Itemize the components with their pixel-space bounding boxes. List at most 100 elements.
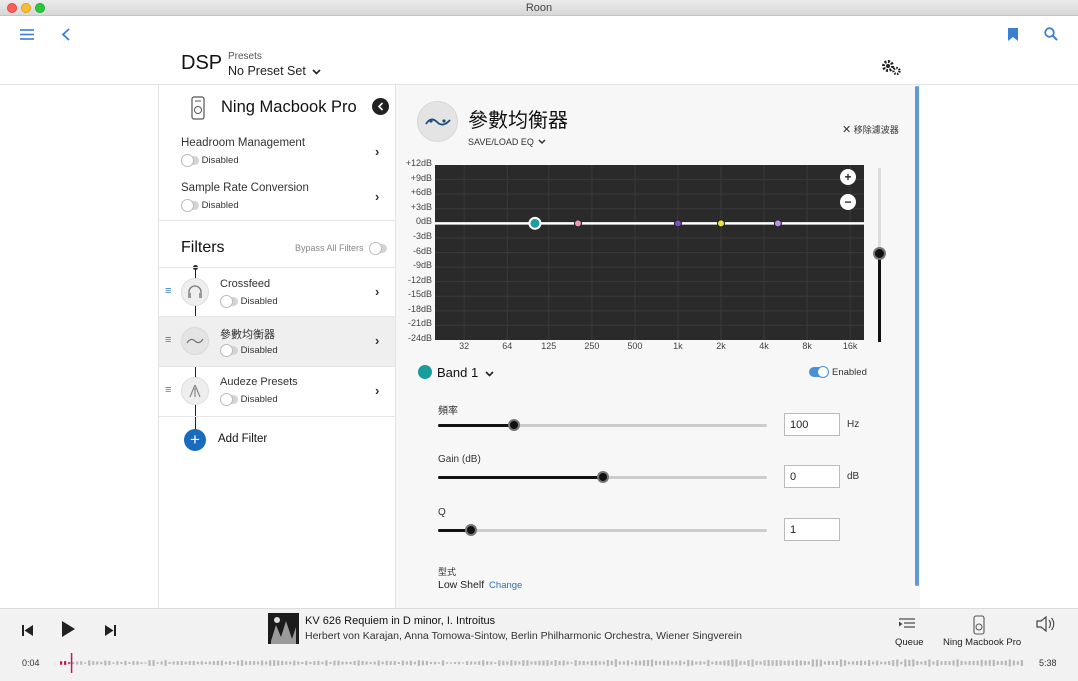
track-title[interactable]: KV 626 Requiem in D minor, I. Introitus bbox=[305, 615, 495, 627]
waveform-seekbar[interactable] bbox=[60, 653, 1026, 673]
waveform-bar bbox=[763, 660, 766, 666]
change-type-link[interactable]: Change bbox=[489, 580, 522, 591]
waveform-bar bbox=[920, 661, 923, 665]
waveform-bar bbox=[811, 659, 814, 667]
settings-gears-icon[interactable] bbox=[880, 57, 902, 77]
drag-handle-icon[interactable]: ≡ bbox=[165, 334, 171, 346]
setting-headroom-management[interactable]: Headroom Management Disabled › bbox=[159, 131, 395, 175]
waveform-bar bbox=[409, 660, 412, 666]
bookmark-icon[interactable] bbox=[1005, 25, 1021, 43]
filter-name: Audeze Presets bbox=[220, 376, 298, 388]
waveform-bar bbox=[658, 661, 662, 665]
chevron-down-icon bbox=[485, 371, 494, 377]
hamburger-menu-icon[interactable] bbox=[18, 26, 36, 42]
add-filter-button[interactable]: Add Filter bbox=[218, 433, 267, 445]
filter-item[interactable]: ≡ Crossfeed Disabled › bbox=[159, 267, 395, 317]
q-input[interactable]: 1 bbox=[784, 518, 840, 541]
drag-handle-icon[interactable]: ≡ bbox=[165, 285, 171, 297]
zone-device-icon[interactable] bbox=[972, 614, 986, 636]
preset-dropdown[interactable]: No Preset Set bbox=[228, 64, 321, 78]
zoom-window-button[interactable] bbox=[35, 3, 45, 13]
band-selector[interactable]: Band 1 bbox=[437, 365, 494, 380]
setting-sample-rate-conversion[interactable]: Sample Rate Conversion Disabled › bbox=[159, 177, 395, 221]
zoom-out-button[interactable]: − bbox=[840, 194, 856, 210]
close-window-button[interactable] bbox=[7, 3, 17, 13]
gain-input[interactable]: 0 bbox=[784, 465, 840, 488]
queue-icon[interactable] bbox=[897, 616, 917, 632]
waveform-bar bbox=[602, 661, 605, 665]
gain-slider[interactable] bbox=[438, 471, 767, 483]
waveform-bar bbox=[803, 660, 806, 666]
filter-toggle[interactable] bbox=[220, 294, 238, 308]
waveform-bar bbox=[510, 660, 513, 666]
dsp-settings-panel: Ning Macbook Pro Headroom Management Dis… bbox=[158, 85, 396, 608]
audeze-logo-icon bbox=[181, 377, 209, 405]
back-arrow-icon[interactable] bbox=[57, 25, 73, 43]
slider-knob[interactable] bbox=[464, 524, 477, 536]
eq-graph[interactable]: + − bbox=[435, 165, 864, 340]
collapse-panel-button[interactable] bbox=[372, 98, 389, 115]
filter-type-row: Low Shelf Change bbox=[438, 579, 522, 591]
gain-label: Gain (dB) bbox=[438, 454, 481, 465]
slider-knob[interactable] bbox=[596, 471, 609, 483]
filter-toggle[interactable] bbox=[220, 392, 238, 406]
waveform-bar bbox=[570, 662, 573, 664]
search-icon[interactable] bbox=[1042, 25, 1060, 43]
waveform-bar bbox=[992, 659, 995, 667]
band-point[interactable] bbox=[717, 219, 725, 228]
band-point[interactable] bbox=[528, 216, 542, 230]
drag-handle-icon[interactable]: ≡ bbox=[165, 384, 171, 396]
waveform-bar bbox=[667, 660, 670, 666]
previous-track-icon[interactable] bbox=[20, 622, 34, 638]
play-icon[interactable] bbox=[58, 619, 78, 639]
next-track-icon[interactable] bbox=[103, 622, 117, 638]
waveform-bar bbox=[112, 662, 115, 664]
x-tick-label: 8k bbox=[802, 341, 812, 351]
y-tick-label: -21dB bbox=[407, 318, 432, 329]
graph-level-slider[interactable] bbox=[873, 168, 886, 342]
minimize-window-button[interactable] bbox=[21, 3, 31, 13]
bypass-all-filters[interactable]: Bypass All Filters bbox=[295, 242, 388, 256]
zoom-in-button[interactable]: + bbox=[840, 169, 856, 185]
waveform-bar bbox=[164, 660, 167, 666]
waveform-bar bbox=[397, 661, 400, 665]
waveform-bar bbox=[240, 660, 244, 666]
save-load-eq-dropdown[interactable]: SAVE/LOAD EQ bbox=[468, 137, 546, 147]
x-tick-label: 250 bbox=[584, 341, 600, 351]
scrollbar[interactable] bbox=[915, 86, 919, 586]
waveform-bar bbox=[120, 661, 123, 665]
chevron-right-icon: › bbox=[375, 144, 380, 159]
filter-item-selected[interactable]: ≡ 參數均衡器 Disabled › bbox=[159, 317, 395, 367]
track-artists[interactable]: Herbert von Karajan, Anna Tomowa-Sintow,… bbox=[305, 630, 742, 642]
q-slider[interactable] bbox=[438, 524, 767, 536]
band-point[interactable] bbox=[773, 219, 782, 228]
queue-label[interactable]: Queue bbox=[895, 637, 924, 648]
waveform-bar bbox=[417, 660, 420, 666]
waveform-bar bbox=[948, 661, 951, 665]
waveform-bar bbox=[807, 661, 810, 665]
add-filter-icon[interactable]: + bbox=[184, 429, 206, 451]
sample-rate-toggle[interactable] bbox=[181, 198, 199, 212]
filter-item[interactable]: ≡ Audeze Presets Disabled › bbox=[159, 367, 395, 417]
frequency-slider[interactable] bbox=[438, 419, 767, 431]
volume-icon[interactable] bbox=[1036, 615, 1056, 633]
waveform-bar bbox=[984, 660, 987, 666]
frequency-input[interactable]: 100 bbox=[784, 413, 840, 436]
headroom-toggle[interactable] bbox=[181, 153, 199, 167]
band-point[interactable] bbox=[574, 219, 582, 228]
filter-toggle[interactable] bbox=[220, 343, 238, 357]
waveform-bar bbox=[405, 661, 408, 665]
waveform-bar bbox=[823, 661, 826, 665]
x-tick-label: 32 bbox=[459, 341, 470, 351]
band-point[interactable] bbox=[673, 219, 682, 228]
presets-label: Presets bbox=[228, 51, 262, 62]
zone-label[interactable]: Ning Macbook Pro bbox=[943, 637, 1021, 648]
slider-knob[interactable] bbox=[507, 419, 520, 431]
waveform-bar bbox=[200, 661, 203, 665]
waveform-bar bbox=[972, 660, 975, 666]
bypass-toggle[interactable] bbox=[369, 242, 388, 256]
band-enabled-toggle[interactable] bbox=[809, 366, 829, 378]
waveform-bar bbox=[868, 660, 871, 666]
remove-filter-button[interactable]: ✕ 移除濾波器 bbox=[842, 123, 899, 136]
album-art[interactable] bbox=[268, 613, 299, 644]
